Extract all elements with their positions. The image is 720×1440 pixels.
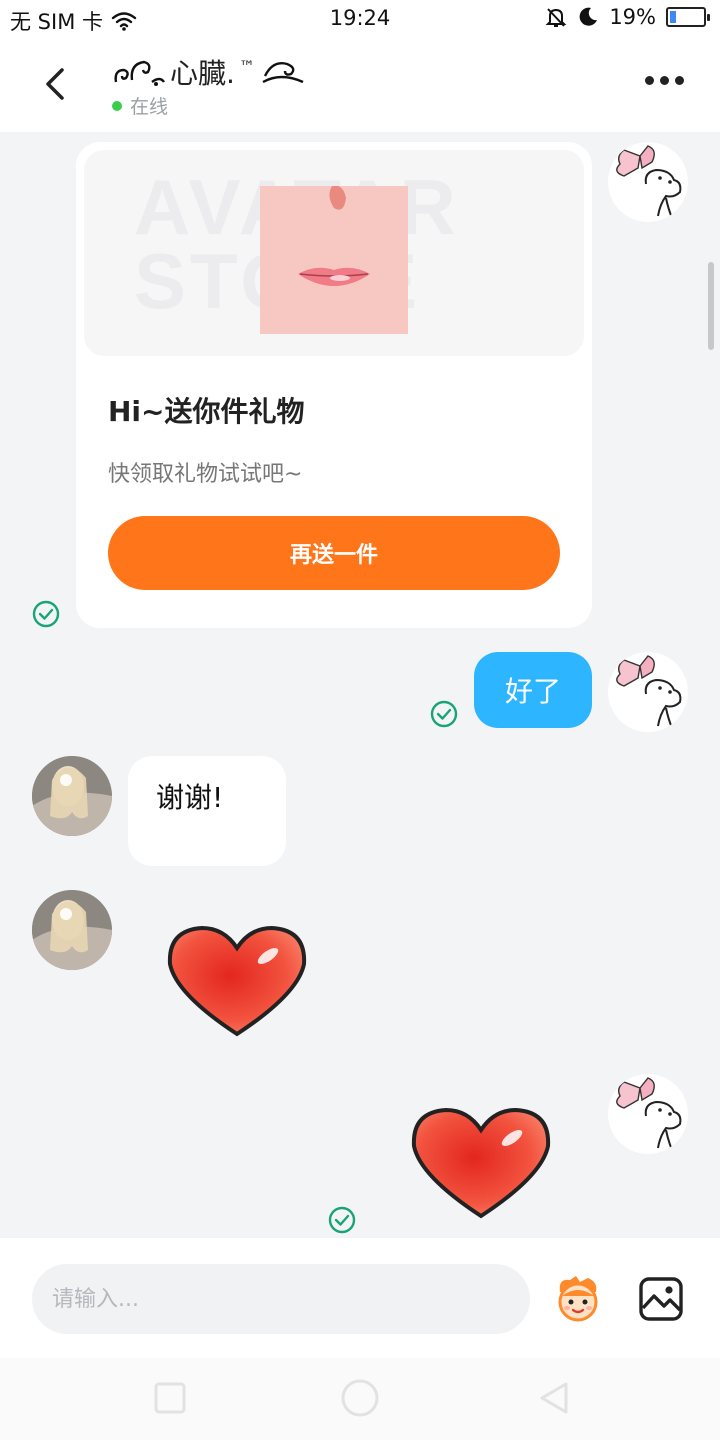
gift-subtitle: 快领取礼物试试吧~ [108,462,303,487]
back-nav-button[interactable] [536,1380,572,1416]
contact-photo-icon [32,890,112,970]
online-status: 在线 [112,92,168,119]
emoji-face-icon [558,1276,598,1322]
chat-header: 心臓. ™ 在线 [0,38,720,132]
contact-name: 心臓. ™ [112,52,305,92]
my-message-bubble[interactable]: 好了 [474,652,592,728]
status-right: 19% [545,5,710,29]
gift-title: Hi~送你件礼物 [108,395,305,428]
moon-icon [579,7,598,26]
lips-sticker-image [260,186,408,334]
image-icon [639,1277,683,1321]
lips-icon [298,186,370,286]
my-message-text: 好了 [504,675,561,708]
chevron-left-icon [46,68,64,100]
status-left: 无 SIM 卡 [10,6,137,36]
read-check-icon [328,1206,356,1234]
contact-name-text: 心臓. [170,57,235,90]
mute-bell-icon [545,8,567,27]
butterfly-bear-avatar-icon [616,145,682,219]
heart-sticker[interactable] [410,1106,552,1222]
recent-apps-button[interactable] [152,1380,188,1416]
butterfly-bear-avatar-icon [616,1077,682,1151]
contact-photo-icon [32,756,112,836]
gift-image: AVATAR STORE [84,150,584,356]
swirl-decoration-left-icon [114,60,165,86]
carrier-label: 无 SIM 卡 [10,10,103,34]
battery-fill [670,11,677,23]
heart-sticker[interactable] [166,924,308,1040]
battery-icon [666,7,710,27]
chat-area[interactable]: AVATAR STORE Hi~送你件礼物 快领取礼物试试吧~ 再送一件 好了 [0,132,720,1238]
battery-percent: 19% [609,5,656,29]
swirl-decoration-right-icon [262,62,304,84]
send-another-gift-button[interactable]: 再送一件 [108,516,560,590]
read-check-icon [32,600,60,628]
my-avatar[interactable] [608,142,688,222]
my-avatar[interactable] [608,652,688,732]
more-dot [660,76,669,85]
image-button[interactable] [638,1276,684,1322]
contact-message-text: 谢谢! [156,781,224,814]
contact-avatar[interactable] [32,756,112,836]
contact-avatar[interactable] [32,890,112,970]
home-button[interactable] [340,1378,380,1418]
wifi-icon [111,12,137,31]
status-bar: 无 SIM 卡 19:24 19% [0,0,720,38]
back-button[interactable] [34,62,78,106]
more-dot [645,76,654,85]
contact-message-bubble[interactable]: 谢谢! [128,756,286,866]
online-dot [112,100,122,111]
online-status-text: 在线 [130,96,169,118]
gift-card[interactable]: AVATAR STORE Hi~送你件礼物 快领取礼物试试吧~ 再送一件 [76,142,592,628]
read-check-icon [430,700,458,728]
message-input[interactable] [32,1264,530,1334]
system-nav-bar [0,1358,720,1440]
butterfly-bear-avatar-icon [616,655,682,729]
scrollbar[interactable] [708,262,714,350]
input-bar [0,1238,720,1358]
more-options-button[interactable] [645,76,684,85]
my-avatar[interactable] [608,1074,688,1154]
more-dot [675,76,684,85]
emoji-button[interactable] [554,1274,602,1322]
trademark-mark: ™ [238,56,255,76]
